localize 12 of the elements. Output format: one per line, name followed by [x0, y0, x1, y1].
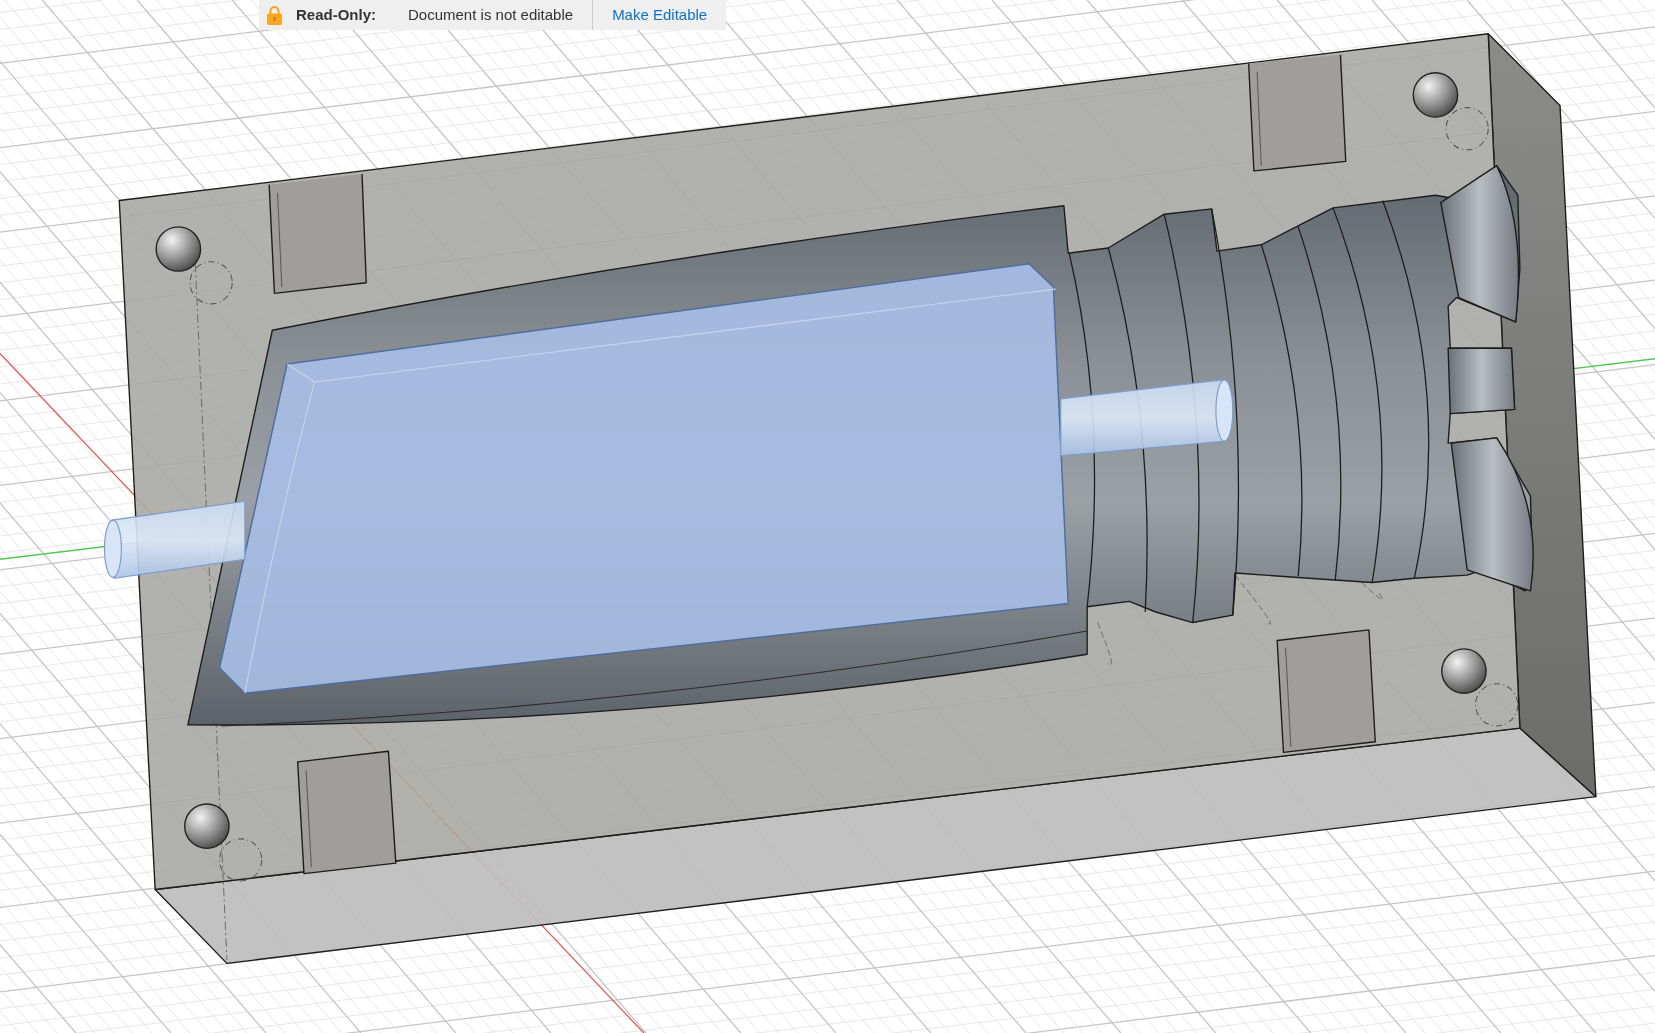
alignment-hole	[184, 803, 230, 850]
hidden-hole-circle	[219, 838, 263, 882]
hidden-hole-circle	[1475, 683, 1519, 727]
alignment-hole	[1441, 648, 1487, 694]
alignment-hole	[1412, 72, 1459, 118]
make-editable-link[interactable]: Make Editable	[593, 0, 727, 30]
alignment-hole	[155, 226, 202, 272]
lock-icon	[266, 5, 283, 25]
read-only-label: Read-Only:	[296, 4, 376, 25]
hidden-hole-circle	[1445, 107, 1489, 151]
hidden-hole-circle	[189, 261, 233, 305]
banner-message: Document is not editable	[408, 4, 574, 25]
